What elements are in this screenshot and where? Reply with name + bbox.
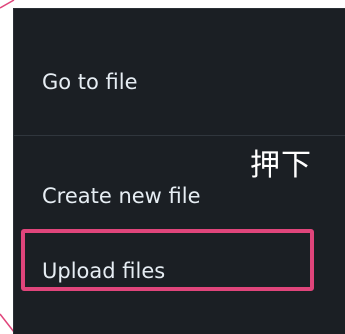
go-to-file-menu-item[interactable]: Go to file [14, 59, 345, 103]
press-annotation-text: 押下 [250, 148, 312, 183]
go-to-file-label: Go to file [42, 70, 138, 94]
menu-divider [14, 135, 345, 136]
screenshot-canvas: Go to file Create new file Upload files … [0, 0, 345, 334]
upload-files-highlight-box [21, 229, 314, 291]
create-new-file-label: Create new file [42, 184, 201, 208]
